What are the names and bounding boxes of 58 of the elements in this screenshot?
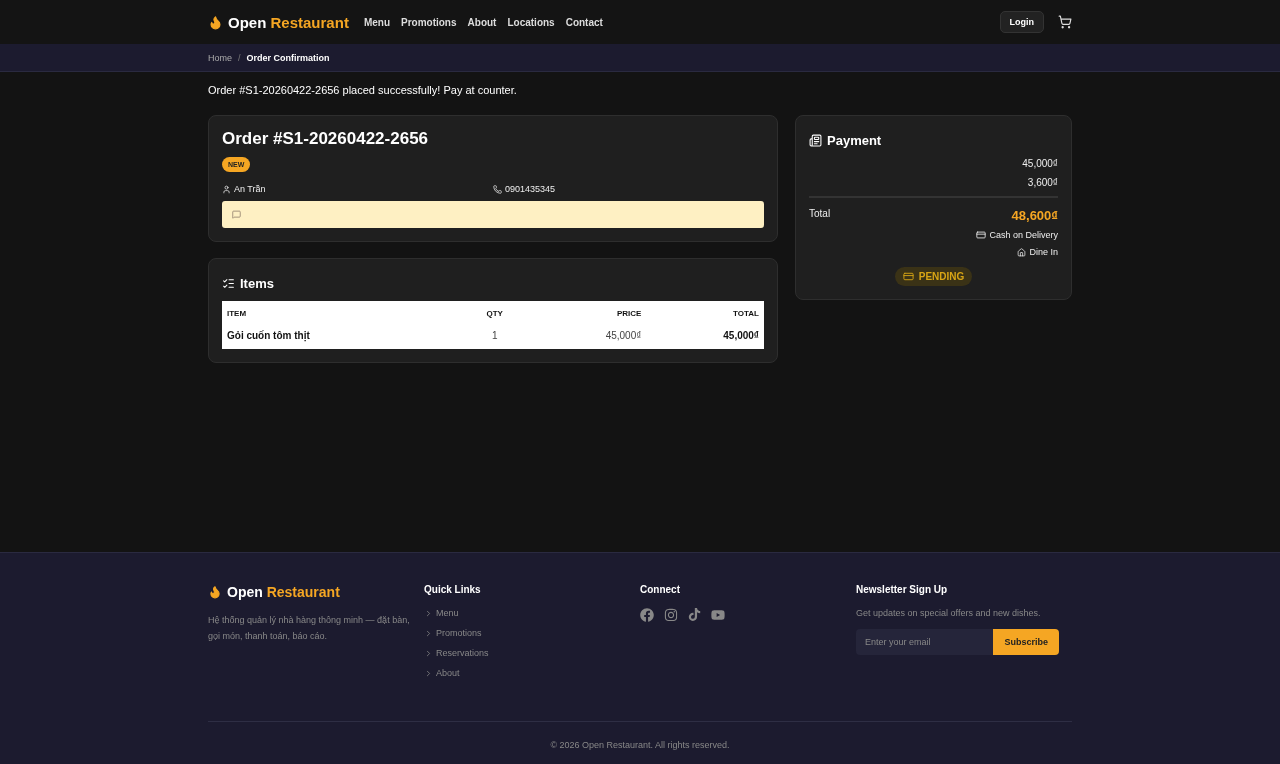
footer-description: Hệ thống quản lý nhà hàng thông minh — đặt bàn, gọi món, thanh toán, báo cáo. [208,614,411,643]
card-icon [976,230,987,240]
order-title: Order #S1-20260422-2656 [222,129,430,149]
section-title: Payment [827,133,882,148]
nav-link[interactable]: Locations [507,16,555,28]
footer-heading: Newsletter Sign Up [856,584,949,595]
tiktok-icon[interactable] [688,608,701,621]
user-icon [222,184,231,194]
cart-button[interactable] [1058,15,1072,29]
phone-icon [493,184,502,194]
column-header: PRICE [528,301,647,324]
brand-logo[interactable]: Open Restaurant [228,13,349,31]
amount-text: 45,000₫ [1021,158,1058,169]
success-message: Order #S1-20260422-2656 placed successfully! Pay at counter. [208,84,518,96]
nav-link[interactable]: Promotions [401,16,457,28]
nav-link[interactable]: About [467,16,497,28]
youtube-icon[interactable] [711,608,725,622]
phone-number: 0901435345 [505,184,556,194]
instagram-icon[interactable] [664,608,678,622]
flame-icon [208,14,223,30]
table-cell: 45,000₫ [528,324,647,349]
login-button[interactable]: Login [999,11,1044,33]
total-label: Total [809,208,831,219]
section-title: Items [240,276,274,291]
breadcrumb-separator: / [238,52,241,63]
footer-heading: Connect [640,584,681,595]
column-header: QTY [460,301,529,324]
subscribe-button[interactable]: Subscribe [993,629,1059,655]
newsletter-text: Get updates on special offers and new dishes. [856,608,1042,618]
column-header: ITEM [222,301,461,324]
house-icon [1017,247,1027,257]
table-cell: Gỏi cuốn tôm thịt [222,324,461,349]
footer-heading: Quick Links [424,584,482,595]
nav-link[interactable]: Menu [363,16,390,28]
receipt-icon [809,134,822,147]
payment-status-badge: PENDING [894,267,973,286]
footer-link[interactable]: Reservations [424,648,640,658]
payment-method: Cash on Delivery [989,230,1058,240]
table-cell: 1 [460,324,529,349]
email-field[interactable]: Enter your email [856,629,994,655]
column-header: TOTAL [646,301,764,324]
service-type: Dine In [1029,247,1058,257]
total-amount: 48,600₫ [1011,208,1058,223]
footer-brand: Open Restaurant [227,584,340,600]
breadcrumb-link[interactable]: Home [208,52,232,63]
footer-link[interactable]: Menu [424,608,640,618]
nav-link[interactable]: Contact [565,16,603,28]
copyright-text: © 2026 Open Restaurant. All rights reserved. [550,740,730,750]
customer-name: An Trần [234,184,266,194]
footer-link[interactable]: Promotions [424,628,640,638]
amount-text: 3,600₫ [1026,177,1058,188]
breadcrumb-link[interactable]: Order Confirmation [246,52,330,63]
flame-icon [208,585,222,599]
footer-link[interactable]: About [424,668,640,678]
list-icon [222,277,235,290]
facebook-icon[interactable] [640,608,654,622]
table-cell: 45,000₫ [646,324,764,349]
comment-icon [232,210,241,219]
